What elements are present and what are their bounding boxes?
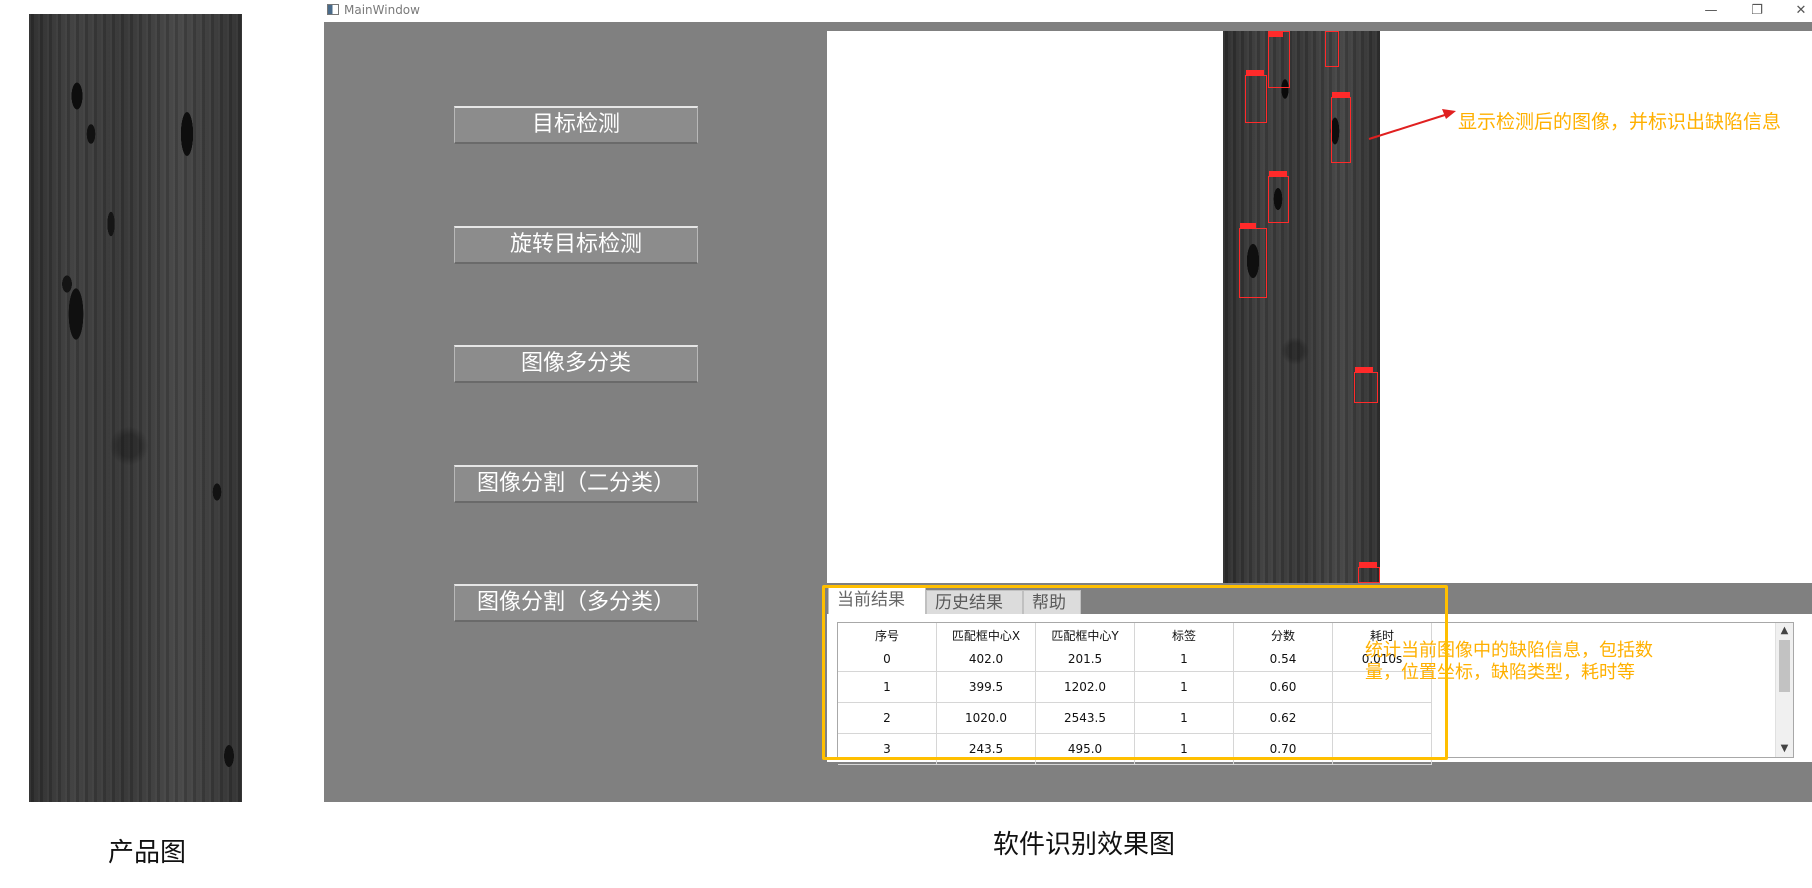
software-caption: 软件识别效果图 (992, 830, 1175, 860)
scroll-thumb[interactable] (1779, 640, 1790, 692)
product-photo (29, 14, 242, 802)
scroll-down-icon[interactable]: ▼ (1776, 741, 1793, 757)
product-caption: 产品图 (107, 838, 186, 868)
main-window: MainWindow — ❐ ✕ 目标检测 旋转目标检测 图像多分类 图像分割（… (324, 0, 1812, 802)
image-annotation: 显示检测后的图像，并标识出缺陷信息 (1458, 111, 1782, 133)
results-highlight-box (822, 585, 1448, 760)
results-scrollbar[interactable]: ▲ ▼ (1775, 623, 1793, 757)
scroll-up-icon[interactable]: ▲ (1776, 623, 1793, 639)
